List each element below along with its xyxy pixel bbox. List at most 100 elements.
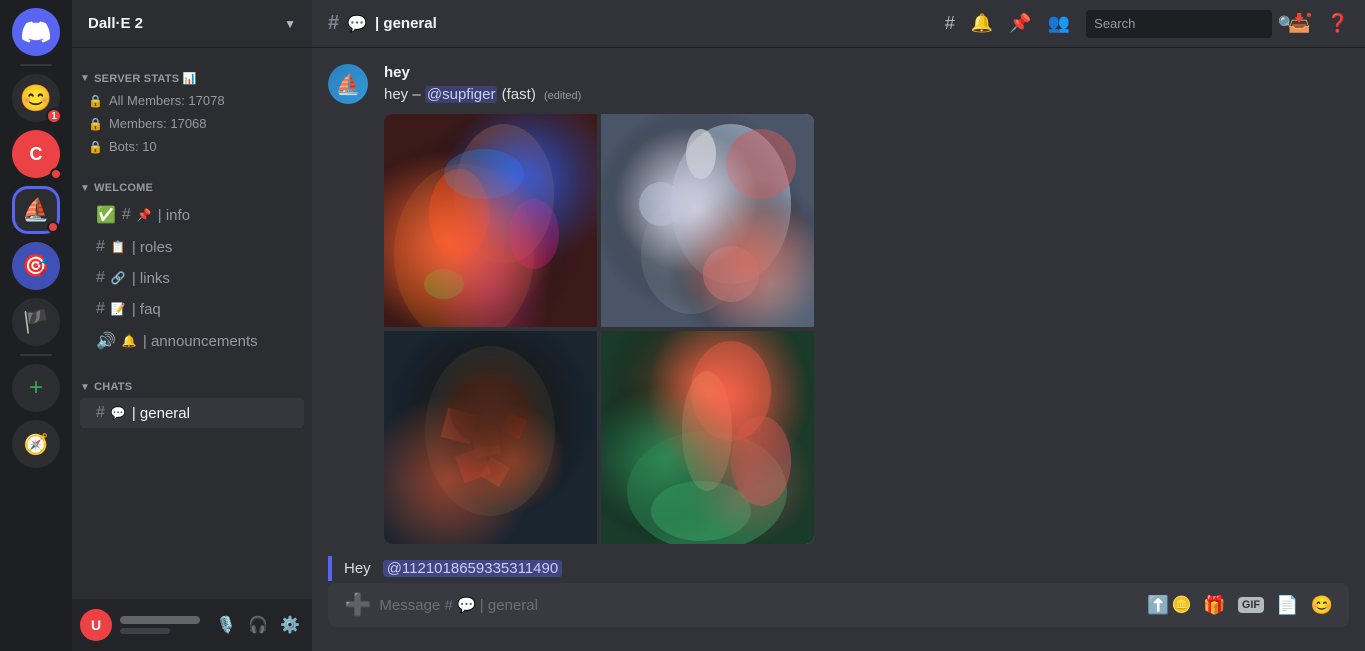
category-label-chats: CHATS bbox=[94, 381, 132, 393]
main-content: # 💬 | general # 🔔 📌 👥 🔍 📥 ❓ bbox=[312, 0, 1365, 651]
message-text-after: (fast) bbox=[502, 86, 536, 103]
channel-sidebar: Dall·E 2 ▼ ▼ SERVER STATS 📊 🔒 All Member… bbox=[72, 0, 312, 651]
channel-hash-icon: # bbox=[328, 12, 339, 35]
channel-item-links[interactable]: # 🔗 | links bbox=[80, 263, 304, 293]
pin-icon: 📌 bbox=[137, 208, 152, 222]
top-bar-actions: # 🔔 📌 👥 🔍 📥 ❓ bbox=[945, 10, 1349, 38]
inbox-icon[interactable]: 📥 bbox=[1288, 13, 1310, 34]
inbox-notification-dot bbox=[1305, 11, 1313, 19]
message-input-wrapper: ➕ ⬆️ 🪙 🎁 GIF 📄 😊 bbox=[328, 583, 1349, 627]
image-grid bbox=[384, 114, 814, 544]
server-icon-red[interactable]: C bbox=[12, 130, 60, 178]
sticker-icon[interactable]: 📄 bbox=[1276, 595, 1298, 616]
server-icon-discord-home[interactable] bbox=[12, 8, 60, 56]
user-area: U 🎙️ 🎧 ⚙️ bbox=[72, 599, 312, 651]
bell-icon: 🔔 bbox=[122, 334, 137, 348]
category-label-server-stats: SERVER STATS 📊 bbox=[94, 72, 196, 85]
channel-item-announcements[interactable]: 🔊 🔔 | announcements bbox=[80, 325, 304, 357]
server-icon-orange[interactable]: 🎯 bbox=[12, 242, 60, 290]
channel-header: # 💬 | general bbox=[328, 12, 437, 35]
message-avatar: ⛵ bbox=[328, 64, 368, 104]
message-text-before: hey – bbox=[384, 86, 425, 103]
channel-name-announcements: | announcements bbox=[143, 333, 296, 350]
emoji-icon[interactable]: 😊 bbox=[1311, 595, 1333, 616]
add-server-button[interactable]: + bbox=[12, 364, 60, 412]
category-arrow-chats-icon: ▼ bbox=[80, 382, 90, 393]
channel-item-faq[interactable]: # 📝 | faq bbox=[80, 294, 304, 324]
speaker-icon: 🔊 bbox=[96, 331, 116, 351]
channel-name-general: | general bbox=[132, 405, 296, 422]
next-message-preview: Hey @1121018659335311490 bbox=[328, 556, 1349, 581]
user-controls: 🎙️ 🎧 ⚙️ bbox=[212, 611, 304, 639]
server-icon-dalle[interactable]: ⛵ bbox=[12, 186, 60, 234]
boost-icon-group[interactable]: ⬆️ 🪙 bbox=[1147, 595, 1191, 616]
lock-icon: 🔒 bbox=[88, 94, 103, 108]
channel-name-links: | links bbox=[132, 270, 296, 287]
bell-slash-icon[interactable]: 🔔 bbox=[971, 13, 993, 34]
channel-name-roles: | roles bbox=[132, 239, 296, 256]
stat-members-label: Members: 17068 bbox=[109, 116, 207, 131]
message-mention[interactable]: @supfiger bbox=[425, 86, 498, 103]
message-text: hey – @supfiger (fast) (edited) bbox=[384, 85, 1349, 106]
channel-chat-icon: 💬 bbox=[347, 14, 367, 34]
gift-icon[interactable]: 🎁 bbox=[1203, 595, 1225, 616]
server-dropdown-icon: ▼ bbox=[284, 17, 296, 31]
channel-item-general[interactable]: # 💬 | general bbox=[80, 398, 304, 428]
server-divider bbox=[20, 64, 52, 66]
image-cell-4[interactable] bbox=[601, 331, 814, 544]
messages-area: ⛵ hey hey – @supfiger (fast) (edited) bbox=[312, 48, 1365, 583]
image-cell-1[interactable] bbox=[384, 114, 597, 327]
preview-mention[interactable]: @1121018659335311490 bbox=[383, 560, 563, 577]
explore-button[interactable]: 🧭 bbox=[12, 420, 60, 468]
members-action-icon[interactable]: 👥 bbox=[1048, 13, 1070, 34]
category-chats[interactable]: ▼ CHATS bbox=[72, 365, 312, 397]
channel-item-roles[interactable]: # 📋 | roles bbox=[80, 232, 304, 262]
lock-icon-3: 🔒 bbox=[88, 140, 103, 154]
user-name bbox=[120, 616, 200, 624]
gif-button[interactable]: GIF bbox=[1238, 597, 1264, 613]
pin-action-icon[interactable]: 📌 bbox=[1009, 13, 1031, 34]
stat-all-members-label: All Members: 17078 bbox=[109, 93, 225, 108]
channel-name-info: | info bbox=[158, 207, 296, 224]
category-welcome[interactable]: ▼ WELCOME bbox=[72, 166, 312, 198]
message-bar: ➕ ⬆️ 🪙 🎁 GIF 📄 😊 bbox=[312, 583, 1365, 651]
user-info bbox=[120, 616, 204, 634]
image-cell-3[interactable] bbox=[384, 331, 597, 544]
image-cell-2[interactable] bbox=[601, 114, 814, 327]
search-bar: 🔍 bbox=[1086, 10, 1272, 38]
server-sidebar: 😊 1 C ⛵ 🎯 🏴 + 🧭 bbox=[0, 0, 72, 651]
stat-bots-label: Bots: 10 bbox=[109, 139, 157, 154]
deafen-button[interactable]: 🎧 bbox=[244, 611, 272, 639]
settings-button[interactable]: ⚙️ bbox=[276, 611, 304, 639]
message-author[interactable]: hey bbox=[384, 64, 410, 81]
server-header[interactable]: Dall·E 2 ▼ bbox=[72, 0, 312, 48]
hash-icon-roles: # bbox=[96, 238, 105, 256]
roles-extra-icon: 📋 bbox=[111, 240, 126, 254]
preview-text-before: Hey bbox=[344, 560, 371, 577]
message-add-button[interactable]: ➕ bbox=[344, 592, 371, 618]
faq-extra-icon: 📝 bbox=[111, 302, 126, 316]
channel-item-info[interactable]: ✅ # 📌 | info bbox=[80, 199, 304, 231]
category-label-welcome: WELCOME bbox=[94, 182, 153, 194]
stat-all-members: 🔒 All Members: 17078 bbox=[72, 89, 312, 112]
category-server-stats[interactable]: ▼ SERVER STATS 📊 bbox=[72, 56, 312, 89]
links-extra-icon: 🔗 bbox=[111, 271, 126, 285]
stat-members: 🔒 Members: 17068 bbox=[72, 112, 312, 135]
boost-icon: ⬆️ bbox=[1147, 595, 1169, 616]
server-icon-pirate[interactable]: 🏴 bbox=[12, 298, 60, 346]
category-arrow-icon: ▼ bbox=[80, 73, 90, 84]
search-input[interactable] bbox=[1094, 16, 1270, 31]
hash-icon-info: # bbox=[122, 206, 131, 224]
channels-list: ▼ SERVER STATS 📊 🔒 All Members: 17078 🔒 … bbox=[72, 48, 312, 599]
mute-button[interactable]: 🎙️ bbox=[212, 611, 240, 639]
user-tag bbox=[120, 628, 170, 634]
lock-icon-2: 🔒 bbox=[88, 117, 103, 131]
help-icon[interactable]: ❓ bbox=[1327, 13, 1349, 34]
message-input[interactable] bbox=[379, 585, 1139, 626]
server-icon-smiley[interactable]: 😊 1 bbox=[12, 74, 60, 122]
server-divider-2 bbox=[20, 354, 52, 356]
category-arrow-welcome-icon: ▼ bbox=[80, 183, 90, 194]
user-avatar: U bbox=[80, 609, 112, 641]
hash-action-icon[interactable]: # bbox=[945, 13, 955, 34]
message-avatar-inner: ⛵ bbox=[328, 64, 368, 104]
